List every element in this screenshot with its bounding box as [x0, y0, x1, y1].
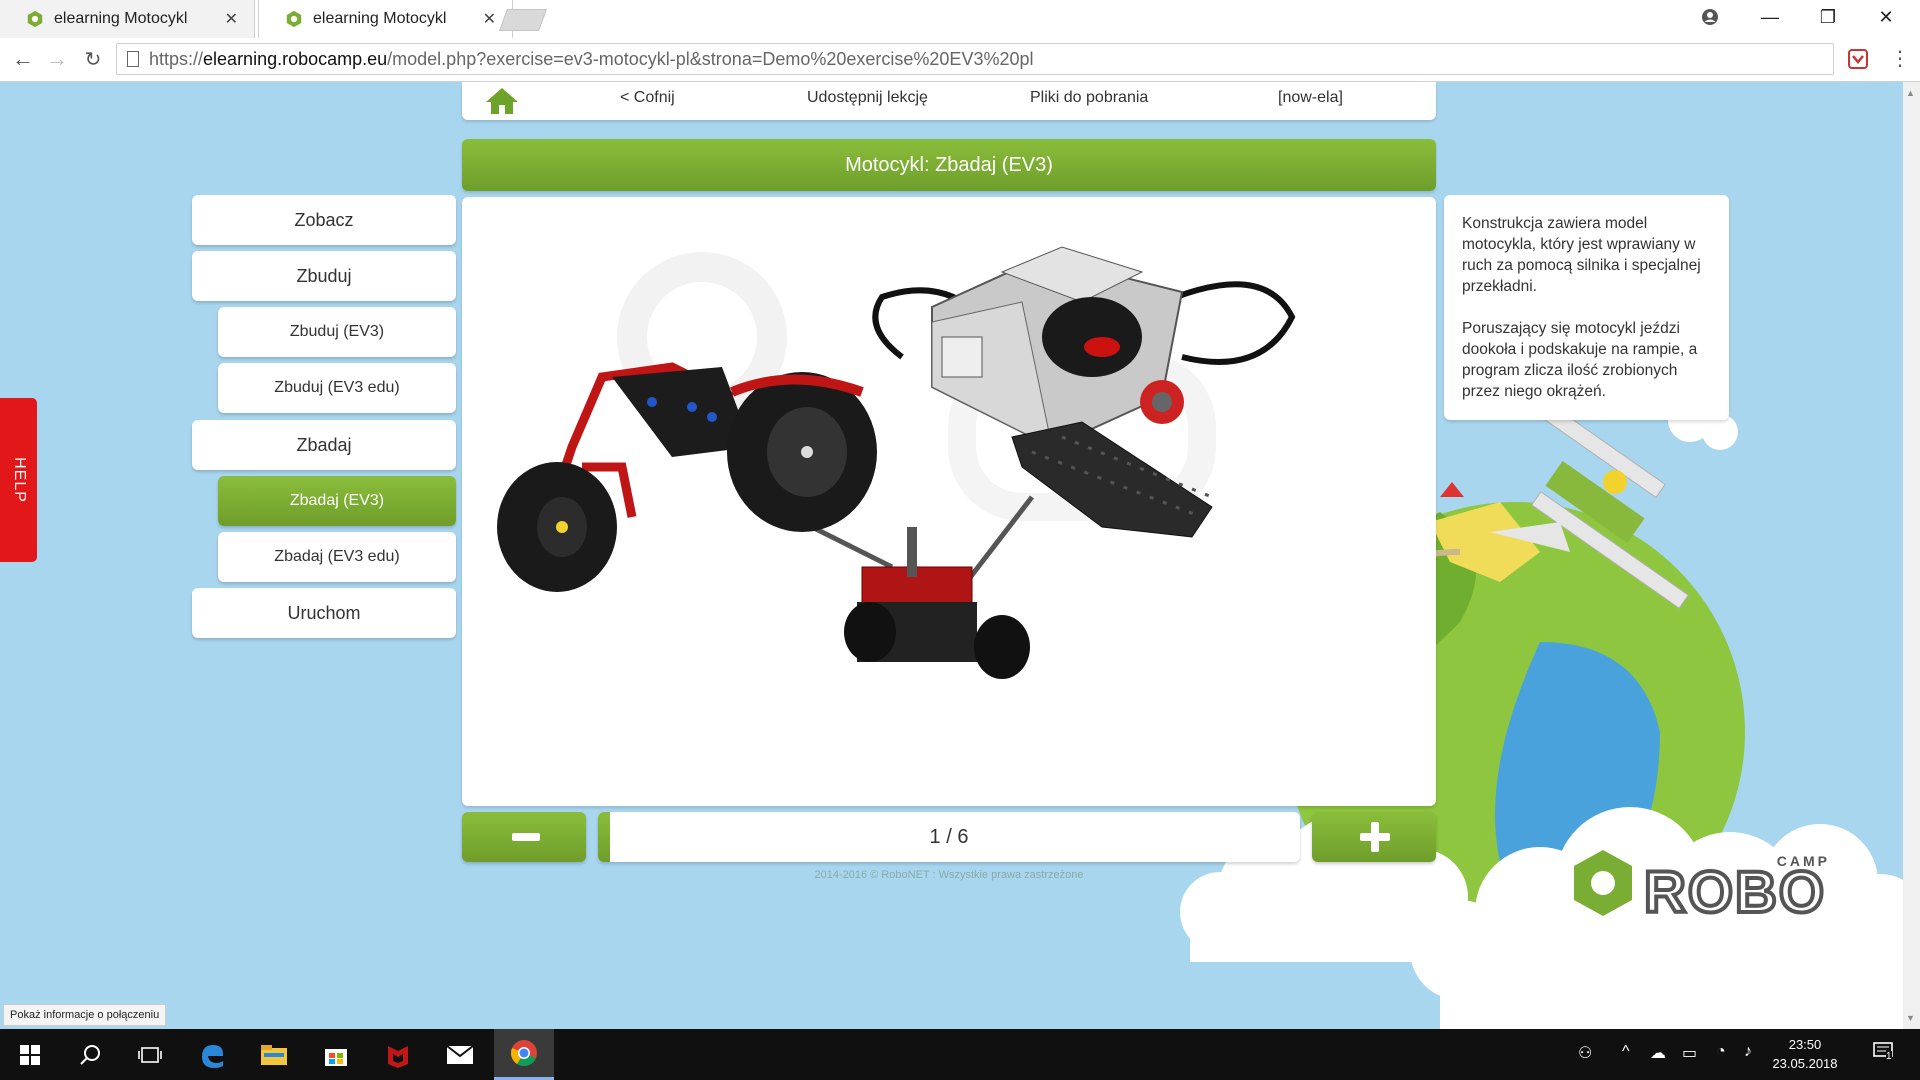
browser-tabstrip: elearning Motocykl ✕ elearning Motocykl … [0, 0, 1920, 38]
logo-robo-text: ROBO [1644, 860, 1826, 925]
model-image-panel [462, 197, 1436, 806]
description-paragraph: Konstrukcja zawiera model motocykla, któ… [1462, 215, 1701, 295]
clock-date: 23.05.2018 [1772, 1056, 1838, 1071]
page-info-icon[interactable] [127, 51, 139, 67]
start-button[interactable] [0, 1029, 60, 1080]
back-link[interactable]: < Cofnij [620, 89, 675, 107]
menu-item-build-ev3[interactable]: Zbuduj (EV3) [218, 307, 456, 357]
profile-icon[interactable] [1682, 0, 1738, 34]
home-icon[interactable] [484, 86, 520, 116]
mail-icon[interactable] [430, 1029, 490, 1080]
browser-menu-icon[interactable]: ⋮ [1890, 46, 1910, 71]
tab-title: elearning Motocykl [54, 10, 188, 27]
downloads-link[interactable]: Pliki do pobrania [1030, 89, 1148, 107]
mcafee-icon[interactable] [368, 1029, 428, 1080]
url-bar[interactable]: https://elearning.robocamp.eu/model.php?… [116, 43, 1834, 75]
notifications-icon[interactable]: 1 [1872, 1041, 1896, 1068]
scroll-down-icon[interactable]: ▼ [1906, 1013, 1915, 1023]
url-path: /model.php?exercise=ev3-motocykl-pl&stro… [387, 48, 1034, 69]
close-window-button[interactable]: ✕ [1858, 0, 1914, 34]
user-link[interactable]: [now-ela] [1278, 89, 1343, 107]
url-host: elearning.robocamp.eu [203, 48, 388, 69]
people-icon[interactable]: ⚇ [1578, 1043, 1592, 1063]
system-clock[interactable]: 23:50 23.05.2018 [1770, 1035, 1840, 1073]
robocamp-favicon-icon [286, 10, 302, 28]
plus-icon [1360, 822, 1390, 852]
onedrive-icon[interactable]: ☁ [1650, 1043, 1666, 1063]
help-label: HELP [10, 457, 28, 503]
share-lesson-link[interactable]: Udostępnij lekcję [807, 89, 928, 107]
step-counter: 1 / 6 [929, 825, 969, 848]
chevron-up-icon[interactable]: ^ [1622, 1043, 1630, 1061]
menu-item-run[interactable]: Uruchom [192, 588, 456, 638]
menu-item-explore-ev3-edu[interactable]: Zbadaj (EV3 edu) [218, 532, 456, 582]
windows-logo-icon [20, 1044, 40, 1065]
menu-item-explore-ev3[interactable]: Zbadaj (EV3) [218, 476, 456, 526]
description-panel: Konstrukcja zawiera model motocykla, któ… [1444, 195, 1729, 420]
description-paragraph: Poruszający się motocykl jeździ dookoła … [1462, 320, 1698, 400]
new-tab-button[interactable] [498, 9, 548, 31]
back-arrow-icon[interactable]: ← [8, 44, 38, 74]
wifi-icon[interactable]: ◔ [1716, 1043, 1726, 1061]
top-navigation: < Cofnij Udostępnij lekcję Pliki do pobr… [462, 82, 1436, 120]
browser-tab[interactable]: elearning Motocykl ✕ [0, 0, 255, 38]
battery-icon[interactable]: ▭ [1682, 1043, 1697, 1063]
notification-count: 1 [1886, 1051, 1892, 1062]
scroll-up-icon[interactable]: ▲ [1906, 88, 1915, 98]
page-viewport: CAMP ROBO < Cofnij Udostępnij lekcję Pli… [0, 82, 1920, 1029]
robocamp-logo: CAMP ROBO [1574, 850, 1827, 927]
forward-arrow-icon[interactable]: → [42, 44, 72, 74]
search-icon[interactable] [60, 1029, 120, 1080]
extension-icon[interactable] [1847, 48, 1869, 70]
file-explorer-icon[interactable] [244, 1029, 304, 1080]
menu-item-build[interactable]: Zbuduj [192, 251, 456, 301]
volume-icon[interactable]: ♪ [1744, 1043, 1752, 1061]
menu-item-build-ev3-edu[interactable]: Zbuduj (EV3 edu) [218, 363, 456, 413]
chrome-icon[interactable] [494, 1029, 554, 1080]
menu-item-explore[interactable]: Zbadaj [192, 420, 456, 470]
browser-toolbar: ← → ↻ https://elearning.robocamp.eu/mode… [0, 38, 1920, 82]
close-tab-icon[interactable]: ✕ [483, 9, 496, 29]
page-scrollbar[interactable]: ▲ ▼ [1903, 82, 1920, 1029]
windows-taskbar: ⚇ ^ ☁ ▭ ◔ ♪ 23:50 23.05.2018 1 [0, 1029, 1920, 1080]
reload-icon[interactable]: ↻ [78, 44, 108, 74]
restore-button[interactable]: ❐ [1800, 0, 1856, 34]
browser-tab-active[interactable]: elearning Motocykl ✕ [258, 0, 513, 38]
url-scheme: https:// [149, 48, 204, 69]
step-progress-bar: 1 / 6 [598, 812, 1300, 862]
store-icon[interactable] [306, 1029, 366, 1080]
previous-step-button[interactable] [462, 812, 586, 862]
next-step-button[interactable] [1312, 812, 1436, 862]
menu-item-see[interactable]: Zobacz [192, 195, 456, 245]
edge-browser-icon[interactable] [182, 1029, 242, 1080]
clock-time: 23:50 [1788, 1037, 1822, 1052]
connection-info-tooltip: Pokaż informacje o połączeniu [3, 1004, 167, 1026]
lego-motorcycle-model-image [497, 246, 1296, 679]
copyright-footer: 2014-2016 © RoboNET : Wszystkie prawa za… [814, 869, 1084, 881]
help-tab-button[interactable]: HELP [0, 398, 37, 562]
minimize-button[interactable]: — [1742, 0, 1798, 34]
page-title: Motocykl: Zbadaj (EV3) [462, 139, 1436, 191]
tab-title: elearning Motocykl [313, 10, 447, 27]
task-view-icon[interactable] [120, 1029, 180, 1080]
minus-icon [512, 833, 540, 841]
close-tab-icon[interactable]: ✕ [225, 9, 238, 29]
robocamp-favicon-icon [27, 10, 43, 28]
